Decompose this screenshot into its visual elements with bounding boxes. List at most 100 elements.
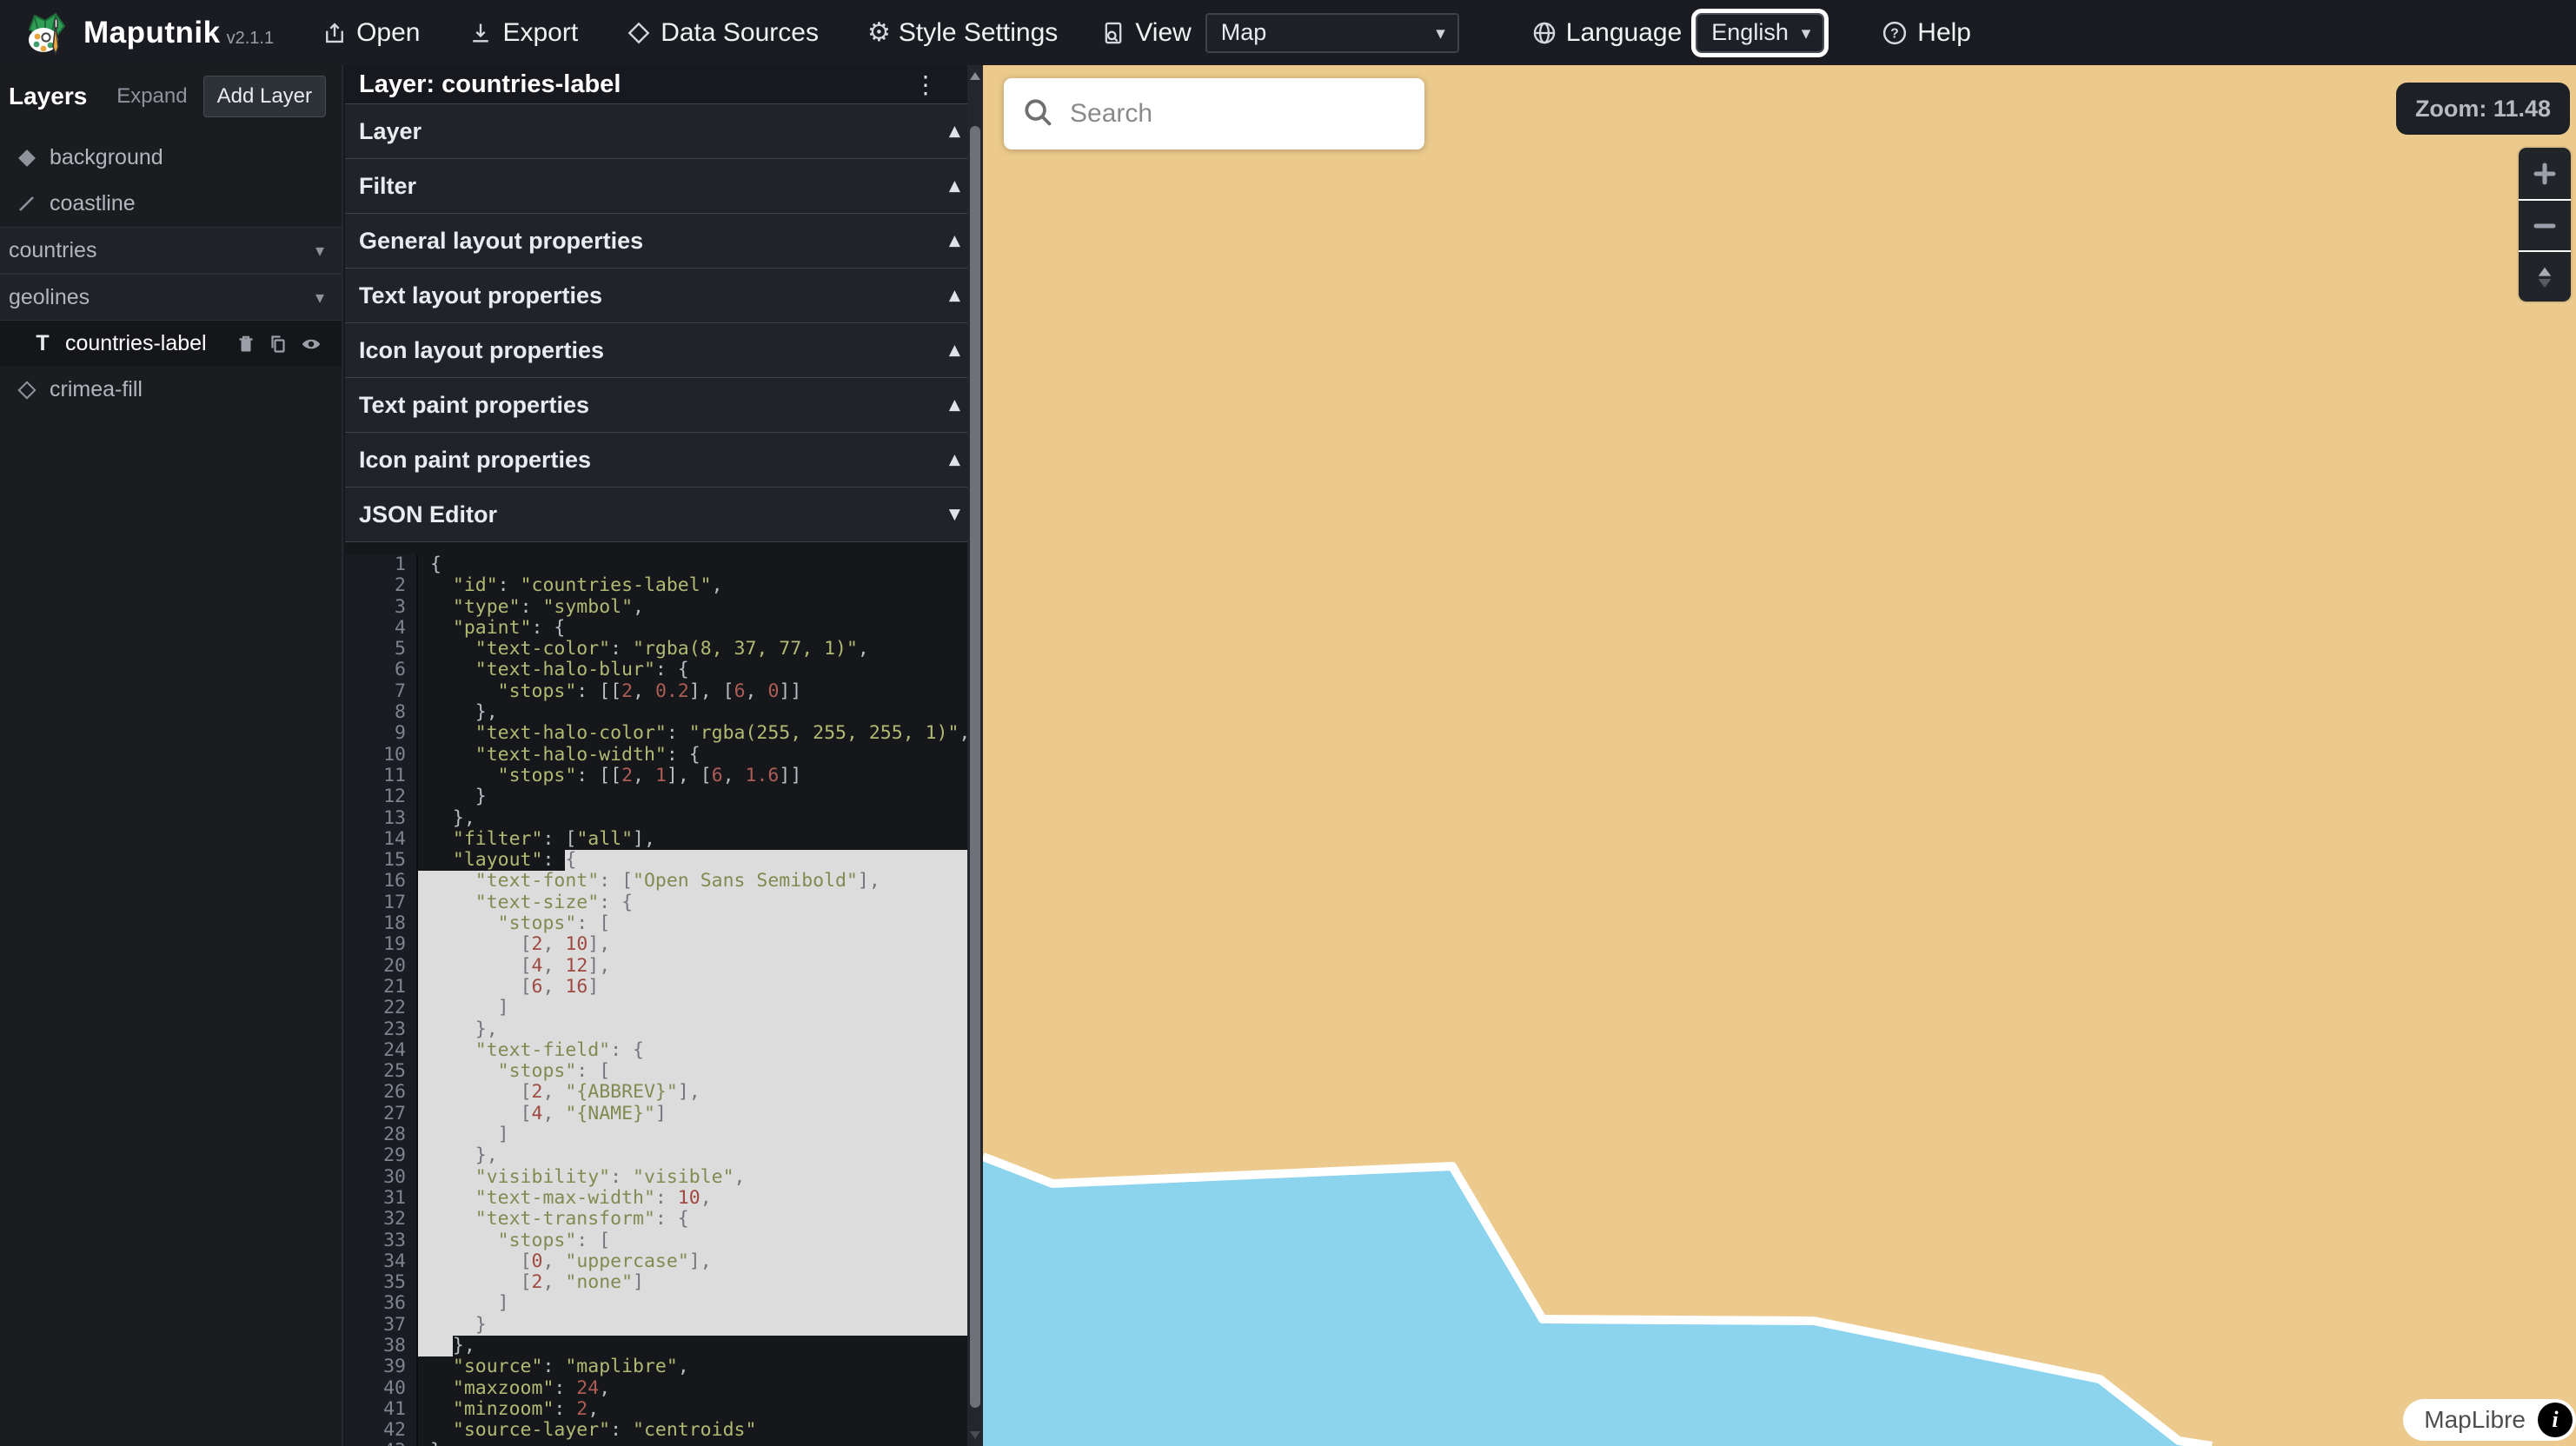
code-line: 40 "maxzoom": 24,	[345, 1378, 967, 1399]
code-line: 37 }	[345, 1315, 967, 1336]
attribution-info-button[interactable]: i	[2538, 1403, 2573, 1437]
panel-title-row: Layer: countries-label ⋮	[345, 65, 983, 103]
view-select[interactable]: Map ▾	[1205, 13, 1459, 53]
layer-item-label: background	[50, 145, 163, 170]
code-line: 26 [2, "{ABBREV}"],	[345, 1082, 967, 1103]
help-button[interactable]: ? Help	[1882, 18, 1971, 48]
line-layer-icon	[16, 194, 38, 215]
layer-group-countries[interactable]: countries▾	[0, 227, 342, 274]
chevron-down-icon: ▾	[1436, 23, 1445, 43]
delete-layer-icon[interactable]	[236, 334, 256, 355]
property-sections: Layer▲Filter▲General layout properties▲T…	[345, 103, 983, 541]
layer-item-background[interactable]: background	[0, 135, 342, 181]
line-number: 12	[345, 786, 418, 807]
menu-open[interactable]: Open	[322, 18, 420, 48]
code-line: 42 "source-layer": "centroids"	[345, 1420, 967, 1441]
layer-item-crimea-fill[interactable]: crimea-fill	[0, 367, 342, 413]
data-sources-icon	[627, 21, 651, 45]
section-filter[interactable]: Filter▲	[345, 158, 983, 213]
code-line: 2 "id": "countries-label",	[345, 575, 967, 596]
section-icon-paint-properties[interactable]: Icon paint properties▲	[345, 432, 983, 487]
layer-item-countries-label[interactable]: Tcountries-label	[0, 321, 342, 367]
code-line: 36 ]	[345, 1293, 967, 1314]
line-number: 38	[345, 1336, 418, 1356]
code-line: 25 "stops": [	[345, 1061, 967, 1082]
search-input[interactable]	[1070, 99, 1407, 129]
code-line: 7 "stops": [[2, 0.2], [6, 0]]	[345, 681, 967, 702]
json-editor[interactable]: 1{2 "id": "countries-label",3 "type": "s…	[345, 541, 967, 1446]
layer-item-coastline[interactable]: coastline	[0, 181, 342, 227]
code-line: 19 [2, 10],	[345, 934, 967, 955]
basemap-svg	[983, 65, 2576, 1446]
map-search-box	[1004, 78, 1424, 149]
line-number: 37	[345, 1315, 418, 1336]
code-line: 8 },	[345, 702, 967, 723]
chevron-down-icon: ▾	[1802, 23, 1811, 43]
line-number: 9	[345, 723, 418, 744]
code-line: 15 "layout": {	[345, 850, 967, 871]
code-line: 34 [0, "uppercase"],	[345, 1251, 967, 1272]
expand-arrow-icon: ▲	[949, 287, 960, 304]
zoom-in-button[interactable]	[2519, 148, 2571, 199]
menu-data-sources[interactable]: Data Sources	[627, 18, 819, 48]
language-select[interactable]: English ▾	[1696, 13, 1824, 53]
chevron-down-icon[interactable]: ▾	[315, 240, 324, 261]
layer-list: background coastlinecountries▾geolines▾Tc…	[0, 135, 342, 413]
layer-group-geolines[interactable]: geolines▾	[0, 274, 342, 321]
line-number: 42	[345, 1420, 418, 1441]
expand-arrow-icon: ▲	[949, 396, 960, 414]
code-line: 32 "text-transform": {	[345, 1209, 967, 1230]
section-icon-layout-properties[interactable]: Icon layout properties▲	[345, 322, 983, 377]
maputnik-app: Maputnik v2.1.1 OpenExportData Sources⚙S…	[0, 0, 2576, 1446]
section-general-layout-properties[interactable]: General layout properties▲	[345, 213, 983, 268]
line-number: 6	[345, 660, 418, 680]
line-number: 27	[345, 1104, 418, 1124]
line-number: 17	[345, 892, 418, 913]
scrollbar-down-arrow-icon[interactable]	[970, 1431, 980, 1439]
expand-button[interactable]: Expand	[116, 84, 187, 109]
section-json-editor[interactable]: JSON Editor▼	[345, 487, 983, 541]
pitch-toggle-button[interactable]	[2519, 250, 2571, 302]
code-line: 9 "text-halo-color": "rgba(255, 255, 255…	[345, 723, 967, 744]
visibility-eye-icon[interactable]	[300, 333, 322, 355]
section-label: Icon paint properties	[359, 447, 591, 474]
panel-scrollbar[interactable]	[967, 65, 983, 1446]
menu-style-settings[interactable]: ⚙Style Settings	[867, 17, 1058, 48]
code-line: 3 "type": "symbol",	[345, 597, 967, 618]
water-polygon	[983, 1157, 2212, 1446]
duplicate-layer-icon[interactable]	[268, 334, 289, 355]
section-text-layout-properties[interactable]: Text layout properties▲	[345, 268, 983, 322]
code-line: 35 [2, "none"]	[345, 1272, 967, 1293]
chevron-down-icon[interactable]: ▾	[315, 287, 324, 308]
line-number: 35	[345, 1272, 418, 1293]
menu-export[interactable]: Export	[468, 18, 578, 48]
language-select-value: English	[1711, 19, 1789, 46]
collapse-arrow-icon: ▼	[949, 506, 960, 523]
section-layer[interactable]: Layer▲	[345, 103, 983, 158]
line-number: 22	[345, 998, 418, 1018]
line-number: 5	[345, 639, 418, 660]
map-canvas[interactable]: Zoom: 11.48 MapLibre i	[983, 65, 2576, 1446]
line-number: 39	[345, 1356, 418, 1377]
scrollbar-up-arrow-icon[interactable]	[970, 72, 980, 80]
line-number: 25	[345, 1061, 418, 1082]
section-label: Layer	[359, 118, 422, 145]
layer-item-label: crimea-fill	[50, 377, 143, 402]
section-text-paint-properties[interactable]: Text paint properties▲	[345, 377, 983, 432]
menu-label: Style Settings	[899, 18, 1058, 48]
kebab-menu-icon[interactable]: ⋮	[913, 70, 938, 99]
attribution-link[interactable]: MapLibre	[2424, 1406, 2526, 1434]
line-number: 36	[345, 1293, 418, 1314]
maputnik-logo	[23, 9, 71, 57]
zoom-out-button[interactable]	[2519, 199, 2571, 250]
search-icon	[1021, 96, 1054, 133]
expand-arrow-icon: ▲	[949, 232, 960, 249]
add-layer-button[interactable]: Add Layer	[203, 76, 326, 117]
code-line: 31 "text-max-width": 10,	[345, 1188, 967, 1209]
line-number: 14	[345, 829, 418, 850]
view-label: View	[1135, 18, 1191, 48]
topbar: Maputnik v2.1.1 OpenExportData Sources⚙S…	[0, 0, 2576, 65]
panel-title: Layer: countries-label	[359, 70, 621, 99]
layer-editor-panel: Layer: countries-label ⋮ Layer▲Filter▲Ge…	[345, 65, 983, 1446]
scrollbar-thumb[interactable]	[970, 126, 980, 1408]
